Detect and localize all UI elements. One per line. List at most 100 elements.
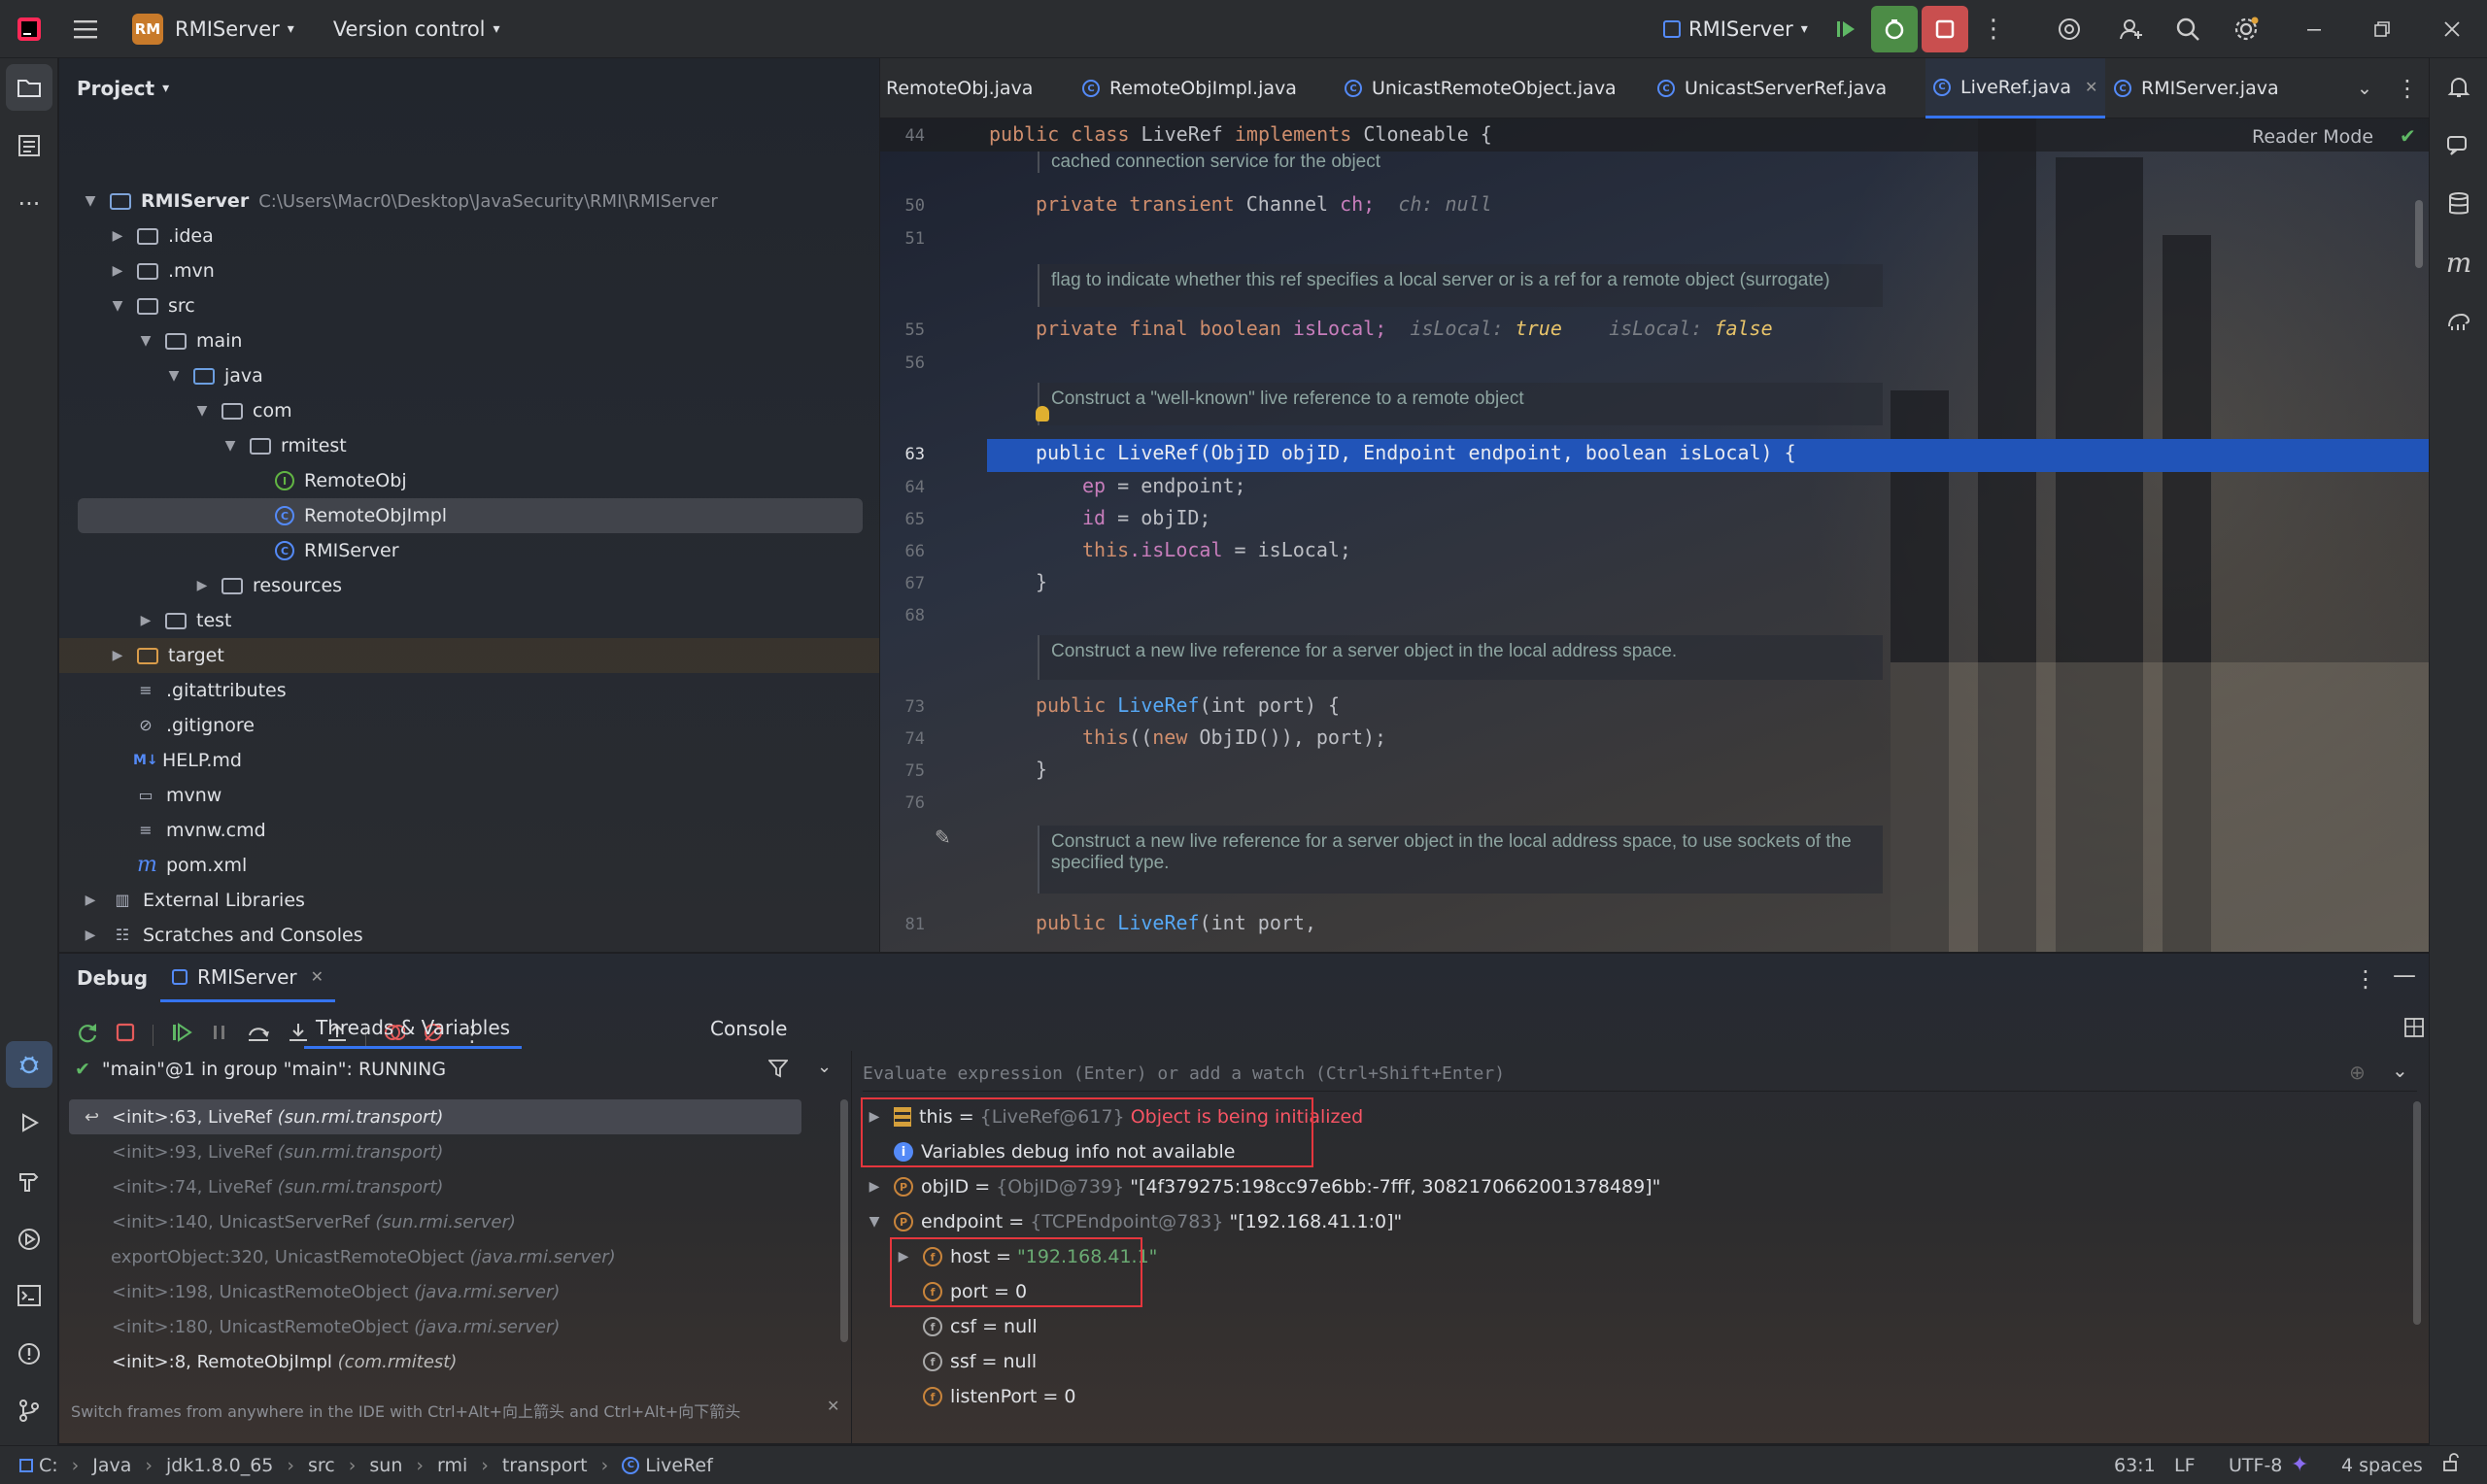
tree-item-rmiserver[interactable]: C RMIServer bbox=[59, 533, 879, 568]
stop-icon[interactable] bbox=[116, 1023, 135, 1047]
tab-rmiserver[interactable]: C RMIServer.java bbox=[2114, 58, 2279, 118]
breadcrumb-item[interactable]: Java bbox=[92, 1455, 131, 1476]
var-endpoint[interactable]: ▼ P endpoint = {TCPEndpoint@783} "[192.1… bbox=[865, 1204, 1403, 1239]
restore-icon[interactable] bbox=[2359, 6, 2405, 52]
tab-liveref[interactable]: C LiveRef.java ✕ bbox=[1925, 58, 2106, 118]
chevron-down-icon[interactable]: ▼ bbox=[81, 193, 100, 209]
tree-item-mvnw[interactable]: ▭ mvnw bbox=[59, 778, 879, 813]
tree-item-root[interactable]: ▼ RMIServer C:\Users\Macr0\Desktop\JavaS… bbox=[59, 184, 879, 219]
ai-chat-icon[interactable] bbox=[2430, 117, 2487, 175]
chevron-down-icon[interactable]: ▼ bbox=[192, 403, 212, 419]
resume-run-icon[interactable] bbox=[1823, 6, 1869, 52]
close-hint-icon[interactable]: ✕ bbox=[827, 1397, 839, 1415]
hide-panel-icon[interactable]: — bbox=[2393, 961, 2416, 989]
main-menu-icon[interactable] bbox=[58, 0, 113, 58]
tree-item-scratches[interactable]: ▶ ☷ Scratches and Consoles bbox=[59, 918, 879, 953]
evaluate-expression-input[interactable]: Evaluate expression (Enter) or add a wat… bbox=[863, 1057, 2417, 1092]
search-icon[interactable] bbox=[2164, 6, 2211, 52]
lightbulb-icon[interactable] bbox=[1036, 406, 1049, 422]
tree-item-remoteobjimpl[interactable]: C RemoteObjImpl bbox=[78, 498, 863, 533]
frame-row[interactable]: exportObject:320, UnicastRemoteObject (j… bbox=[59, 1239, 817, 1274]
tab-remoteobjimpl[interactable]: C RemoteObjImpl.java bbox=[1082, 58, 1297, 118]
breadcrumb-item[interactable]: src bbox=[308, 1455, 335, 1476]
tab-more-icon[interactable]: ⋮ bbox=[2396, 58, 2419, 118]
tab-unicastserverref[interactable]: C UnicastServerRef.java bbox=[1657, 58, 1887, 118]
chevron-down-icon[interactable]: ▼ bbox=[136, 333, 155, 349]
chevron-down-icon[interactable]: ⌄ bbox=[2392, 1059, 2408, 1082]
frame-row[interactable]: <init>:74, LiveRef (sun.rmi.transport) bbox=[59, 1169, 817, 1204]
services-icon[interactable] bbox=[0, 1210, 58, 1268]
breadcrumb-item[interactable]: sun bbox=[369, 1455, 402, 1476]
frame-row[interactable]: <init>:8, RemoteObjImpl (com.rmitest) bbox=[59, 1344, 817, 1379]
variables-scrollbar[interactable] bbox=[2413, 1101, 2421, 1325]
line-separator[interactable]: LF bbox=[2174, 1455, 2196, 1476]
chevron-right-icon[interactable]: ▶ bbox=[108, 228, 127, 244]
tree-item-rmitest[interactable]: ▼ rmitest bbox=[59, 428, 879, 463]
structure-icon[interactable] bbox=[0, 117, 58, 175]
rerun-icon[interactable] bbox=[77, 1022, 98, 1048]
breadcrumb-item[interactable]: rmi bbox=[437, 1455, 467, 1476]
chevron-down-icon[interactable]: ▼ bbox=[164, 368, 184, 384]
tab-remoteobj[interactable]: RemoteObj.java bbox=[886, 58, 1033, 118]
resume-icon[interactable] bbox=[171, 1022, 192, 1048]
tree-item-gitignore[interactable]: ⊘ .gitignore bbox=[59, 708, 879, 743]
breadcrumb-item[interactable]: jdk1.8.0_65 bbox=[166, 1455, 273, 1476]
project-folder-icon[interactable] bbox=[6, 64, 52, 111]
inspections-ok-icon[interactable]: ✔ bbox=[2400, 124, 2416, 148]
thread-selector[interactable]: ✔ "main"@1 in group "main": RUNNING bbox=[75, 1059, 446, 1080]
tab-console[interactable]: Console bbox=[710, 1008, 787, 1049]
editor-scrollbar[interactable] bbox=[2415, 200, 2423, 268]
frame-row[interactable]: ↩ <init>:63, LiveRef (sun.rmi.transport) bbox=[69, 1099, 801, 1134]
code-editor[interactable]: 44 public class LiveRef implements Clone… bbox=[880, 118, 2429, 952]
var-csf[interactable]: f csf = null bbox=[923, 1309, 1038, 1344]
step-over-icon[interactable] bbox=[247, 1022, 270, 1048]
tree-item-pom[interactable]: m pom.xml bbox=[59, 848, 879, 883]
tree-item-external-libraries[interactable]: ▶ ▥ External Libraries bbox=[59, 883, 879, 918]
tab-list-chevron-icon[interactable]: ⌄ bbox=[2357, 58, 2372, 118]
file-encoding[interactable]: UTF-8 bbox=[2229, 1455, 2282, 1476]
git-branch-icon[interactable] bbox=[0, 1381, 58, 1439]
chevron-right-icon[interactable]: ▶ bbox=[192, 578, 212, 593]
chevron-right-icon[interactable]: ▶ bbox=[81, 928, 100, 943]
caret-position[interactable]: 63:1 bbox=[2114, 1455, 2156, 1476]
tree-item-java[interactable]: ▼ java bbox=[59, 358, 879, 393]
terminal-icon[interactable] bbox=[0, 1266, 58, 1325]
chevron-down-icon[interactable]: ⌄ bbox=[817, 1057, 832, 1077]
add-user-icon[interactable] bbox=[2108, 6, 2155, 52]
more-tools-icon[interactable]: ··· bbox=[0, 175, 58, 233]
var-ssf[interactable]: f ssf = null bbox=[923, 1344, 1037, 1379]
tab-unicastremoteobject[interactable]: C UnicastRemoteObject.java bbox=[1345, 58, 1617, 118]
filter-icon[interactable] bbox=[767, 1059, 789, 1083]
notifications-bell-icon[interactable] bbox=[2430, 58, 2487, 117]
lock-icon[interactable] bbox=[2442, 1453, 2462, 1477]
build-hammer-icon[interactable] bbox=[0, 1152, 58, 1210]
tree-item-help[interactable]: M↓ HELP.md bbox=[59, 743, 879, 778]
var-listenport[interactable]: f listenPort = 0 bbox=[923, 1379, 1075, 1414]
debug-session-tab[interactable]: RMIServer ✕ bbox=[160, 954, 336, 1002]
more-actions-icon[interactable]: ⋮ bbox=[1970, 6, 2017, 52]
close-icon[interactable]: ✕ bbox=[311, 967, 324, 986]
tree-item-test[interactable]: ▶ test bbox=[59, 603, 879, 638]
frame-row[interactable]: <init>:198, UnicastRemoteObject (java.rm… bbox=[59, 1274, 817, 1309]
breadcrumb-item[interactable]: C: bbox=[39, 1455, 58, 1476]
project-panel-header[interactable]: Project ▾ bbox=[77, 58, 169, 118]
close-tab-icon[interactable]: ✕ bbox=[2085, 78, 2097, 96]
tree-item-mvnw-cmd[interactable]: ≡ mvnw.cmd bbox=[59, 813, 879, 848]
tree-item-idea[interactable]: ▶ .idea bbox=[59, 219, 879, 253]
run-config-selector[interactable]: RMIServer ▾ bbox=[1663, 0, 1808, 58]
debug-tool-icon[interactable] bbox=[6, 1041, 52, 1088]
chevron-down-icon[interactable]: ▼ bbox=[865, 1214, 884, 1230]
frames-scrollbar[interactable] bbox=[840, 1099, 848, 1342]
tab-threads-variables[interactable]: Threads & Variables bbox=[304, 1008, 523, 1049]
app-logo-icon[interactable] bbox=[0, 0, 58, 58]
chevron-right-icon[interactable]: ▶ bbox=[108, 263, 127, 279]
chevron-right-icon[interactable]: ▶ bbox=[136, 613, 155, 628]
reader-mode-toggle[interactable]: Reader Mode bbox=[2252, 126, 2373, 148]
pause-icon[interactable] bbox=[210, 1023, 229, 1047]
layout-settings-icon[interactable] bbox=[2404, 1018, 2424, 1042]
minimize-icon[interactable] bbox=[2291, 6, 2337, 52]
stop-button[interactable] bbox=[1922, 6, 1968, 52]
tree-item-mvn[interactable]: ▶ .mvn bbox=[59, 253, 879, 288]
frame-row[interactable]: <init>:140, UnicastServerRef (sun.rmi.se… bbox=[59, 1204, 817, 1239]
problems-icon[interactable] bbox=[0, 1325, 58, 1383]
